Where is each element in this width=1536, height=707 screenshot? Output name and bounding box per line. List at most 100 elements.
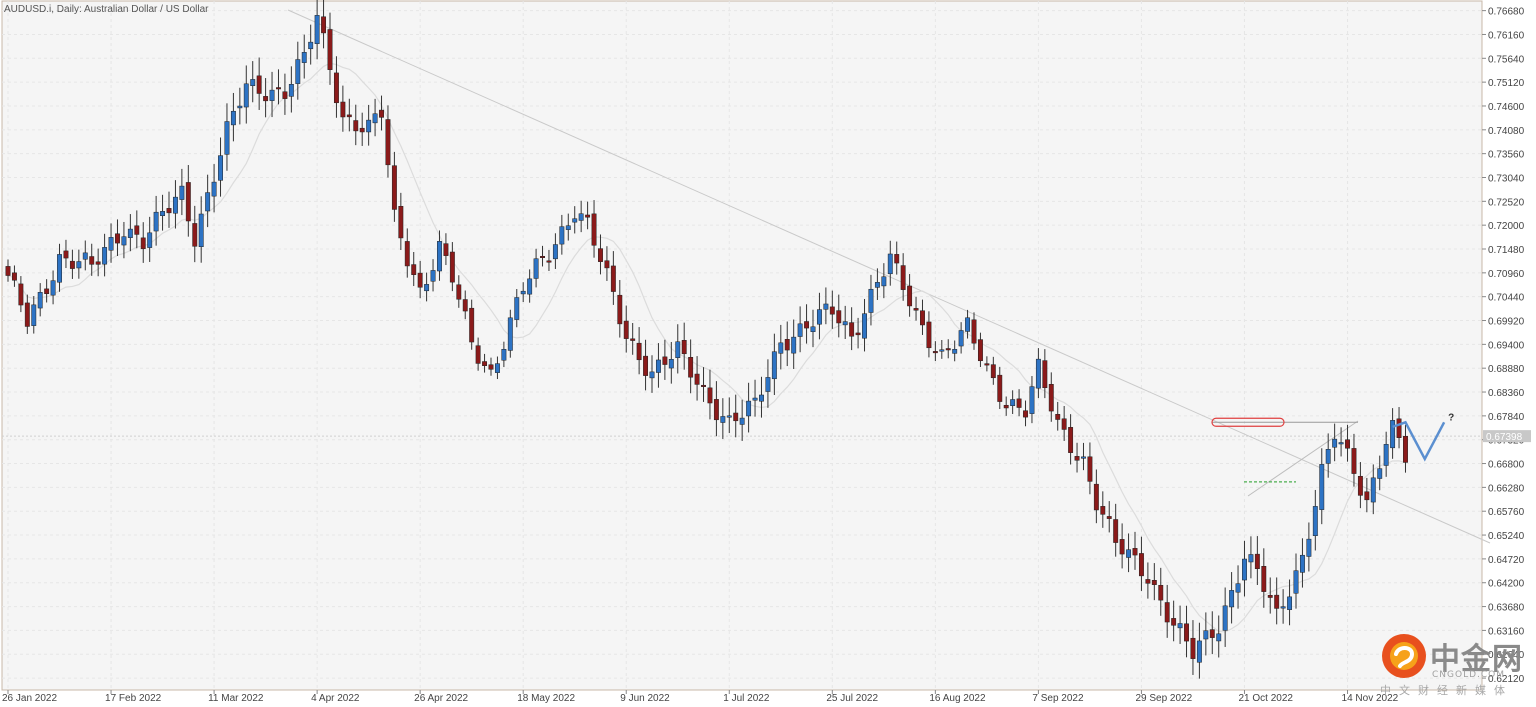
candle-up <box>230 110 236 126</box>
y-tick-label: 0.65240 <box>1488 531 1525 542</box>
candle-up <box>494 363 500 373</box>
candle-down <box>997 374 1003 402</box>
candle-up <box>1325 449 1331 464</box>
projection-question-mark: ? <box>1448 412 1454 423</box>
candle-up <box>211 181 217 197</box>
candle-down <box>1274 594 1280 609</box>
candle-up <box>675 341 681 358</box>
x-tick-label: 11 Mar 2022 <box>208 693 264 704</box>
candle-up <box>250 79 256 87</box>
plot-background <box>1 0 1483 691</box>
candle-down <box>990 364 996 379</box>
candle-down <box>591 213 597 246</box>
candle-down <box>404 241 410 267</box>
candle-down <box>1357 475 1363 496</box>
candle-up <box>1203 630 1209 640</box>
candle-up <box>82 252 88 260</box>
candle-up <box>565 225 571 230</box>
candle-down <box>1184 623 1189 642</box>
candle-down <box>391 165 397 210</box>
candle-up <box>520 290 526 295</box>
candle-down <box>18 283 24 306</box>
candle-up <box>527 278 533 295</box>
candle-up <box>720 416 726 423</box>
candle-down <box>95 261 101 265</box>
candle-down <box>449 251 455 283</box>
candle-down <box>1151 580 1157 585</box>
candle-down <box>617 294 623 325</box>
candle-down <box>926 321 932 349</box>
candle-up <box>295 59 301 84</box>
candle-down <box>546 260 552 263</box>
candle-up <box>153 211 159 232</box>
candle-up <box>127 228 133 238</box>
candle-up <box>1306 538 1312 557</box>
candle-down <box>630 338 636 341</box>
candle-down <box>688 357 694 378</box>
candle-down <box>417 272 423 288</box>
candle-up <box>952 349 958 354</box>
candle-up <box>1126 549 1132 558</box>
candle-up <box>172 196 178 214</box>
candle-down <box>907 285 913 307</box>
x-tick-label: 25 Jul 2022 <box>826 693 878 704</box>
candle-up <box>1312 506 1318 536</box>
candle-up <box>559 226 565 245</box>
candle-down <box>333 72 339 104</box>
candle-up <box>552 244 558 260</box>
x-tick-label: 17 Feb 2022 <box>105 693 162 704</box>
candle-down <box>1093 483 1099 511</box>
candle-up <box>797 323 803 337</box>
candle-down <box>140 237 146 250</box>
candle-up <box>1248 554 1254 563</box>
candle-down <box>1209 629 1215 638</box>
y-tick-label: 0.64200 <box>1488 579 1525 590</box>
candle-down <box>192 223 198 247</box>
candle-down <box>1254 553 1260 569</box>
candle-down <box>604 260 610 269</box>
y-tick-label: 0.75120 <box>1488 78 1525 89</box>
candle-down <box>662 356 668 365</box>
candle-up <box>366 119 372 133</box>
candle-up <box>1299 554 1305 573</box>
candle-up <box>1332 438 1338 448</box>
candle-down <box>900 265 906 290</box>
candle-down <box>1190 637 1196 659</box>
candle-up <box>1222 605 1228 631</box>
candle-down <box>836 310 842 324</box>
candle-down <box>804 321 810 329</box>
candle-up <box>778 342 784 354</box>
x-tick-label: 29 Sep 2022 <box>1135 693 1192 704</box>
candle-down <box>1100 506 1106 515</box>
candle-down <box>1164 602 1170 623</box>
x-tick-label: 1 Jul 2022 <box>723 693 770 704</box>
candle-up <box>816 309 822 325</box>
candle-down <box>89 256 95 265</box>
candle-down <box>469 307 475 343</box>
candle-up <box>810 326 816 333</box>
candle-down <box>11 272 17 281</box>
candle-up <box>1377 468 1383 479</box>
candle-up <box>759 394 764 402</box>
candle-up <box>269 89 275 101</box>
candle-down <box>1158 584 1164 601</box>
candle-up <box>501 348 507 361</box>
candle-down <box>733 412 739 422</box>
candle-up <box>868 288 874 313</box>
candle-down <box>1138 553 1144 577</box>
candle-up <box>668 359 674 369</box>
candle-down <box>482 361 488 366</box>
candle-up <box>57 254 62 283</box>
candle-up <box>881 276 887 287</box>
candle-up <box>1081 456 1086 459</box>
candle-up <box>147 232 153 248</box>
candle-up <box>842 321 848 326</box>
candle-down <box>166 208 172 214</box>
candle-up <box>572 218 578 223</box>
candle-up <box>102 247 108 265</box>
candle-up <box>765 377 771 392</box>
y-tick-label: 0.72000 <box>1488 221 1525 232</box>
y-tick-label: 0.67840 <box>1488 412 1525 423</box>
candle-up <box>887 253 893 275</box>
candle-up <box>649 371 655 379</box>
